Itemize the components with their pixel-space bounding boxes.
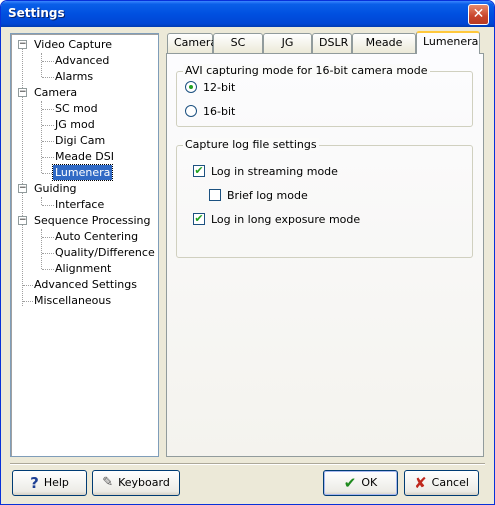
tree-item-jg-mod[interactable]: JG mod <box>53 117 97 132</box>
tree-item-camera[interactable]: − Camera <box>18 85 79 100</box>
checkbox-log-streaming[interactable]: ✔ Log in streaming mode <box>193 164 338 180</box>
tree-connector <box>22 44 23 306</box>
cancel-button-label: Cancel <box>431 476 469 489</box>
tree-item-alignment[interactable]: Alignment <box>53 261 113 276</box>
tree-item-label: Video Capture <box>34 38 113 51</box>
collapse-icon[interactable]: − <box>18 216 27 225</box>
tree-item-label: Advanced <box>55 54 110 67</box>
avi-mode-group-title: AVI capturing mode for 16-bit camera mod… <box>183 64 430 77</box>
help-button-label: Help <box>43 476 69 489</box>
radio-label: 12-bit <box>203 81 236 94</box>
tree-item-alarms[interactable]: Alarms <box>53 69 95 84</box>
radio-12-bit[interactable]: 12-bit <box>185 80 235 96</box>
button-separator <box>10 463 485 465</box>
settings-tree[interactable]: − Video Capture Advanced Alarms − Camera… <box>10 33 159 457</box>
window-title: Settings <box>8 6 65 20</box>
tree-item-label: JG mod <box>55 118 95 131</box>
collapse-icon[interactable]: − <box>18 40 27 49</box>
checkbox-indicator[interactable] <box>209 189 221 201</box>
tree-item-advanced-settings[interactable]: Advanced Settings <box>32 277 139 292</box>
avi-mode-group: AVI capturing mode for 16-bit camera mod… <box>176 64 473 127</box>
collapse-icon[interactable]: − <box>18 88 27 97</box>
checkbox-label: Brief log mode <box>227 189 308 202</box>
tree-item-miscellaneous[interactable]: Miscellaneous <box>32 293 113 308</box>
tree-item-auto-centering[interactable]: Auto Centering <box>53 229 140 244</box>
tree-item-label: Alarms <box>55 70 94 83</box>
tree-item-label: Camera <box>34 86 78 99</box>
tree-item-label: Guiding <box>34 182 77 195</box>
tree-item-label: Advanced Settings <box>34 278 137 291</box>
tree-item-quality-difference[interactable]: Quality/Difference <box>53 245 157 260</box>
cross-icon: ✘ <box>414 474 427 492</box>
keyboard-button[interactable]: ✎ Keyboard <box>92 470 180 496</box>
checkbox-label: Log in long exposure mode <box>211 213 361 226</box>
tree-item-label: Alignment <box>55 262 112 275</box>
tree-item-lumenera[interactable]: Lumenera <box>51 164 114 181</box>
checkmark-icon: ✔ <box>343 474 357 492</box>
tree-item-label: SC mod <box>55 102 98 115</box>
settings-window: Settings ✕ − Video Capture Advanced Alar… <box>0 0 495 505</box>
capture-log-group: Capture log file settings ✔ Log in stream… <box>176 138 473 258</box>
tree-item-advanced[interactable]: Advanced <box>53 53 111 68</box>
checkbox-indicator[interactable]: ✔ <box>193 213 205 225</box>
tab-dslr[interactable]: DSLR <box>312 33 352 53</box>
tree-connector <box>41 229 42 269</box>
tree-item-guiding[interactable]: − Guiding <box>18 181 79 196</box>
tree-item-meade-dsi[interactable]: Meade DSI <box>53 149 116 164</box>
cancel-button[interactable]: ✘ Cancel <box>404 470 479 496</box>
tree-item-label: Miscellaneous <box>34 294 112 307</box>
tree-item-label: Quality/Difference <box>55 246 155 259</box>
radio-label: 16-bit <box>203 105 236 118</box>
radio-16-bit[interactable]: 16-bit <box>185 104 235 120</box>
close-icon: ✕ <box>472 6 485 22</box>
ok-button[interactable]: ✔ OK <box>323 470 398 496</box>
tab-panel-lumenera: AVI capturing mode for 16-bit camera mod… <box>166 53 484 457</box>
tree-item-label: Interface <box>55 198 105 211</box>
tree-item-label: Auto Centering <box>55 230 139 243</box>
checkbox-indicator[interactable]: ✔ <box>193 165 205 177</box>
tree-item-label: Meade DSI <box>55 150 114 163</box>
tree-item-sequence-processing[interactable]: − Sequence Processing <box>18 213 153 228</box>
keyboard-button-label: Keyboard <box>118 476 170 489</box>
tab-camera[interactable]: Camera <box>167 33 217 53</box>
tree-item-digi-cam[interactable]: Digi Cam <box>53 133 107 148</box>
help-button[interactable]: ? Help <box>12 470 87 496</box>
tree-connector <box>41 197 42 205</box>
title-bar[interactable]: Settings ✕ <box>1 1 494 27</box>
checkbox-brief-log[interactable]: Brief log mode <box>209 188 308 204</box>
help-icon: ? <box>30 474 39 492</box>
tab-sc-mod[interactable]: SC mod <box>213 33 263 67</box>
tree-item-label: Sequence Processing <box>34 214 151 227</box>
capture-log-group-title: Capture log file settings <box>183 138 319 151</box>
keyboard-icon: ✎ <box>102 475 114 490</box>
tree-item-sc-mod[interactable]: SC mod <box>53 101 100 116</box>
radio-indicator[interactable] <box>185 105 197 117</box>
collapse-icon[interactable]: − <box>18 184 27 193</box>
tree-item-interface[interactable]: Interface <box>53 197 106 212</box>
tree-connector <box>41 53 42 77</box>
close-button[interactable]: ✕ <box>468 4 489 25</box>
tab-meade-dsi[interactable]: Meade DSI <box>352 33 416 67</box>
tab-jg-mod[interactable]: JG mod <box>263 33 312 67</box>
tree-item-label: Digi Cam <box>55 134 106 147</box>
tab-lumenera[interactable]: Lumenera <box>416 31 480 54</box>
ok-button-label: OK <box>361 476 378 489</box>
checkbox-label: Log in streaming mode <box>211 165 338 178</box>
tree-connector <box>41 101 42 173</box>
checkbox-log-long-exposure[interactable]: ✔ Log in long exposure mode <box>193 212 360 228</box>
radio-indicator[interactable] <box>185 81 197 93</box>
tree-item-label: Lumenera <box>51 164 114 181</box>
dialog-body: − Video Capture Advanced Alarms − Camera… <box>4 27 491 502</box>
tree-item-video-capture[interactable]: − Video Capture <box>18 37 114 52</box>
